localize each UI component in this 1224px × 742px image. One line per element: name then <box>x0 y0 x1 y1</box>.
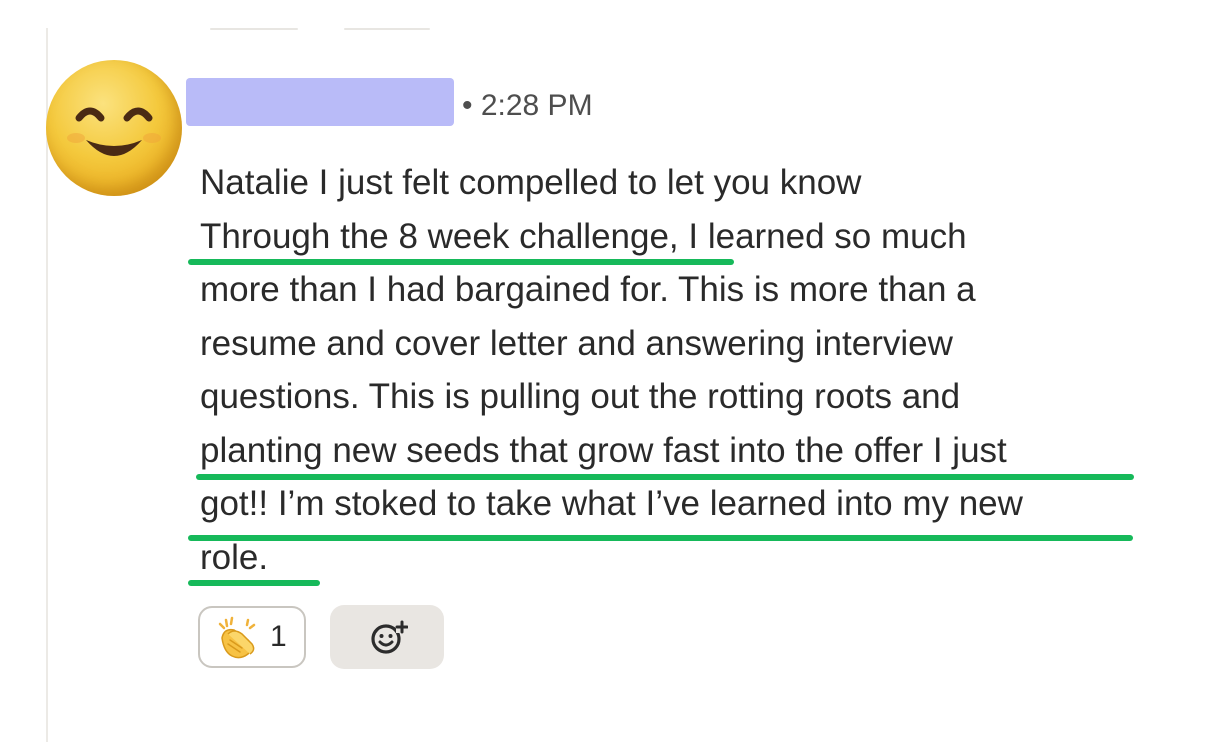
clapping-hands-icon <box>218 616 256 659</box>
author-name-redacted[interactable] <box>186 78 454 126</box>
highlight-underline <box>188 535 1133 541</box>
add-emoji-icon <box>371 620 408 654</box>
message-line: more than I had bargained for. This is m… <box>200 270 976 309</box>
message-line: planting new seeds that grow fast into t… <box>200 430 1007 470</box>
message-body: Natalie I just felt compelled to let you… <box>200 156 1160 584</box>
avatar[interactable] <box>46 60 182 196</box>
chat-message-view: • 2:28 PM Natalie I just felt compelled … <box>0 0 1224 742</box>
message-line: resume and cover letter and answering in… <box>200 323 953 363</box>
timestamp: • 2:28 PM <box>462 89 593 122</box>
message-line: Through the 8 week challenge, I learned … <box>200 216 967 256</box>
reaction-count: 1 <box>270 620 287 653</box>
message-line: got!! I’m stoked to take what I’ve learn… <box>200 484 1023 523</box>
highlight-underline <box>188 259 734 265</box>
previous-item-edge <box>344 28 430 30</box>
message-line: Natalie I just felt compelled to let you… <box>200 163 862 202</box>
smiling-face-icon <box>67 107 161 156</box>
highlight-underline <box>196 474 1134 480</box>
add-reaction-button[interactable] <box>330 605 444 669</box>
highlight-underline <box>188 580 320 586</box>
message-line: questions. This is pulling out the rotti… <box>200 377 961 416</box>
reaction-chip[interactable]: 1 <box>198 606 306 668</box>
previous-item-edge <box>210 28 298 30</box>
